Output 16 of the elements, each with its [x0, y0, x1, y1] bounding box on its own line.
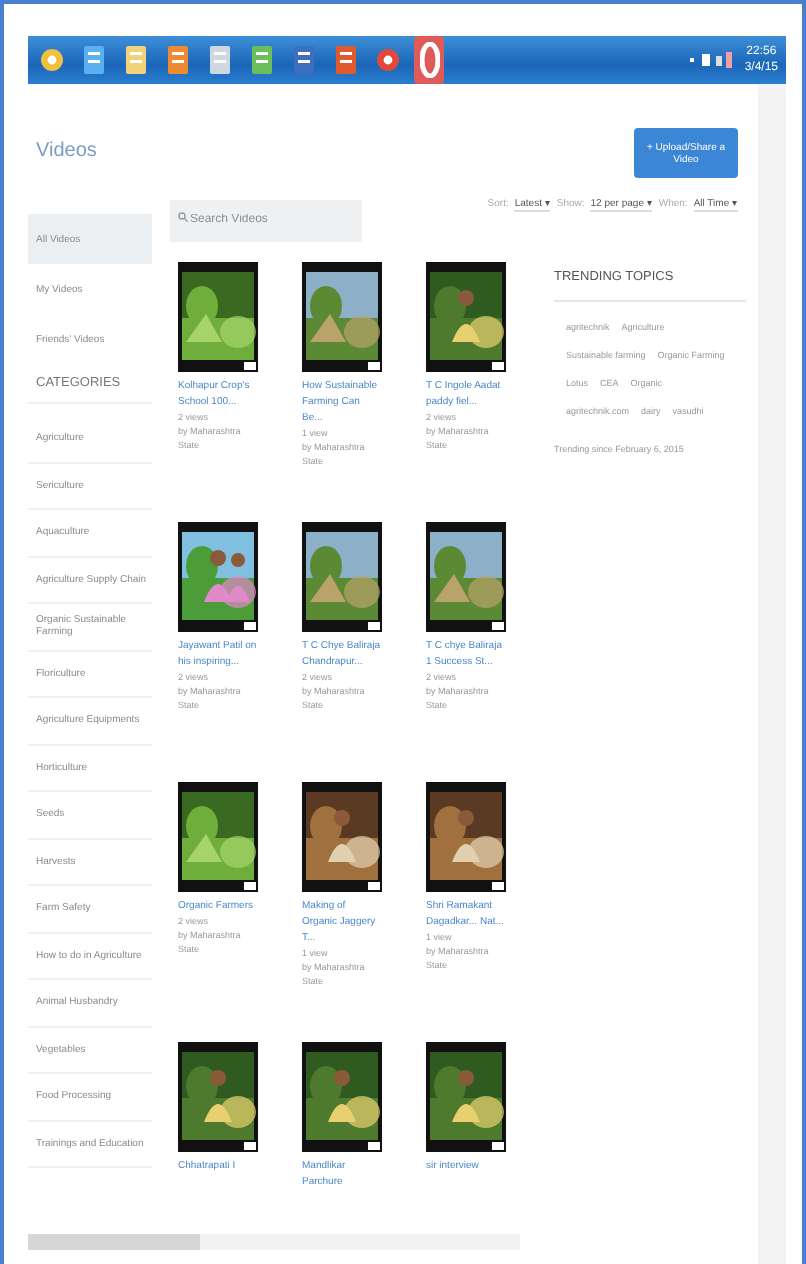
document-icon — [209, 46, 229, 74]
page-title: Videos — [36, 140, 99, 162]
document-icon — [293, 46, 313, 74]
search-icon — [178, 212, 188, 222]
document-icon — [335, 46, 355, 74]
document-icon — [251, 46, 271, 74]
taskbar-app[interactable] — [414, 36, 444, 84]
document-icon — [83, 46, 103, 74]
circle-icon — [375, 48, 399, 72]
scrollbar[interactable] — [758, 84, 786, 1264]
document-icon — [167, 46, 187, 74]
document-icon — [125, 46, 145, 74]
ring-icon — [419, 42, 439, 78]
scrollbar[interactable] — [28, 1234, 520, 1250]
circle-icon — [39, 48, 63, 72]
tray-icons[interactable] — [690, 50, 735, 70]
